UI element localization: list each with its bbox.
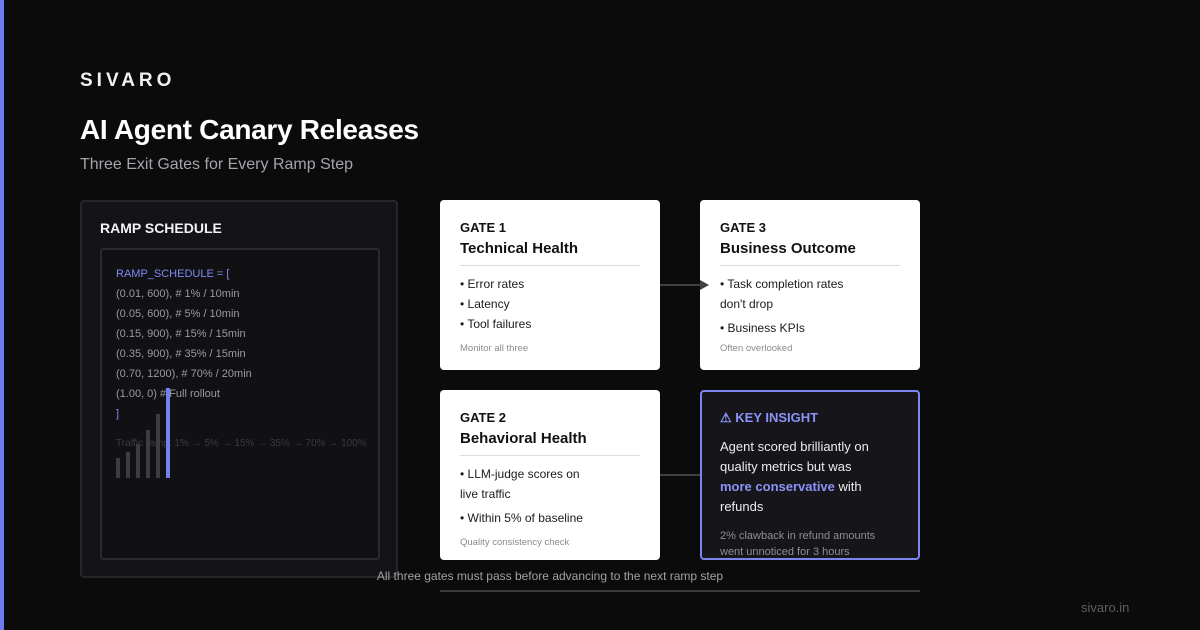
gate-3-item: don't drop xyxy=(720,297,773,311)
gate-2-item: live traffic xyxy=(460,487,511,501)
gate-1-card: GATE 1 Technical Health • Error rates • … xyxy=(440,200,660,370)
arrow-right-icon xyxy=(700,280,709,290)
page-title: AI Agent Canary Releases xyxy=(80,114,419,145)
ramp-code-block: RAMP_SCHEDULE = [ (0.01, 600), # 1% / 10… xyxy=(100,248,380,560)
gate-3-item: • Business KPIs xyxy=(720,321,805,335)
insight-highlight: more conservative xyxy=(720,479,835,494)
footer-rule xyxy=(440,590,920,592)
code-line: (0.01, 600), # 1% / 10min xyxy=(116,288,240,300)
accent-bar xyxy=(0,0,4,630)
code-line: (0.05, 600), # 5% / 10min xyxy=(116,308,240,320)
gate-3-card: GATE 3 Business Outcome • Task completio… xyxy=(700,200,920,370)
gate-2-note: Quality consistency check xyxy=(460,537,570,548)
gate-3-item: • Task completion rates xyxy=(720,277,844,291)
page-subtitle: Three Exit Gates for Every Ramp Step xyxy=(80,156,353,173)
gate-2-card: GATE 2 Behavioral Health • LLM-judge sco… xyxy=(440,390,660,560)
traffic-ramp-bar xyxy=(126,452,130,478)
code-line: (0.35, 900), # 35% / 15min xyxy=(116,348,246,360)
divider xyxy=(460,455,640,456)
gate-2-to-insight-connector xyxy=(660,474,702,476)
footer-note: All three gates must pass before advanci… xyxy=(376,569,724,583)
divider xyxy=(720,265,900,266)
gate-2-item: • Within 5% of baseline xyxy=(460,511,583,525)
gate-2-label: GATE 2 xyxy=(460,410,506,425)
traffic-ramp-bar xyxy=(136,444,140,478)
code-line: (0.15, 900), # 15% / 15min xyxy=(116,328,246,340)
gate-3-name: Business Outcome xyxy=(720,240,856,257)
gate-1-item: • Latency xyxy=(460,297,510,311)
key-insight-card: ⚠ KEY INSIGHT Agent scored brilliantly o… xyxy=(700,390,920,560)
traffic-ramp-label: Traffic ramp: 1% → 5% → 15% → 35% → 70% … xyxy=(116,438,367,449)
gate-3-note: Often overlooked xyxy=(720,343,793,354)
traffic-ramp-bar xyxy=(146,430,150,478)
gate-1-item: • Tool failures xyxy=(460,317,532,331)
gate-1-note: Monitor all three xyxy=(460,343,529,354)
insight-text: Agent scored brilliantly on xyxy=(720,439,869,454)
gate-3-label: GATE 3 xyxy=(720,220,766,235)
insight-text: more conservative with xyxy=(720,479,862,494)
insight-text: refunds xyxy=(720,499,764,514)
divider xyxy=(460,265,640,266)
gate-1-label: GATE 1 xyxy=(460,220,506,235)
key-insight-heading: ⚠ KEY INSIGHT xyxy=(720,410,819,425)
ramp-schedule-title: RAMP SCHEDULE xyxy=(100,220,222,236)
traffic-ramp-bar xyxy=(156,414,160,478)
insight-text-rest: with xyxy=(834,479,862,494)
gate-1-to-gate-3-connector xyxy=(660,284,702,286)
insight-text: quality metrics but was xyxy=(720,459,852,474)
code-line: ] xyxy=(116,408,120,420)
gate-1-item: • Error rates xyxy=(460,277,525,291)
brand-logo: SIVARO xyxy=(80,70,176,91)
code-line: (0.70, 1200), # 70% / 20min xyxy=(116,368,252,380)
site-url: sivaro.in xyxy=(1081,600,1130,615)
gate-1-name: Technical Health xyxy=(460,240,579,257)
insight-footnote: 2% clawback in refund amounts xyxy=(720,530,876,542)
gate-2-item: • LLM-judge scores on xyxy=(460,467,580,481)
ramp-schedule-panel: RAMP SCHEDULE RAMP_SCHEDULE = [ (0.01, 6… xyxy=(80,200,398,578)
traffic-ramp-bar xyxy=(166,388,170,478)
gate-2-name: Behavioral Health xyxy=(460,430,587,447)
insight-footnote: went unnoticed for 3 hours xyxy=(720,546,850,558)
traffic-ramp-bar xyxy=(116,458,120,478)
code-line: RAMP_SCHEDULE = [ xyxy=(116,268,230,280)
